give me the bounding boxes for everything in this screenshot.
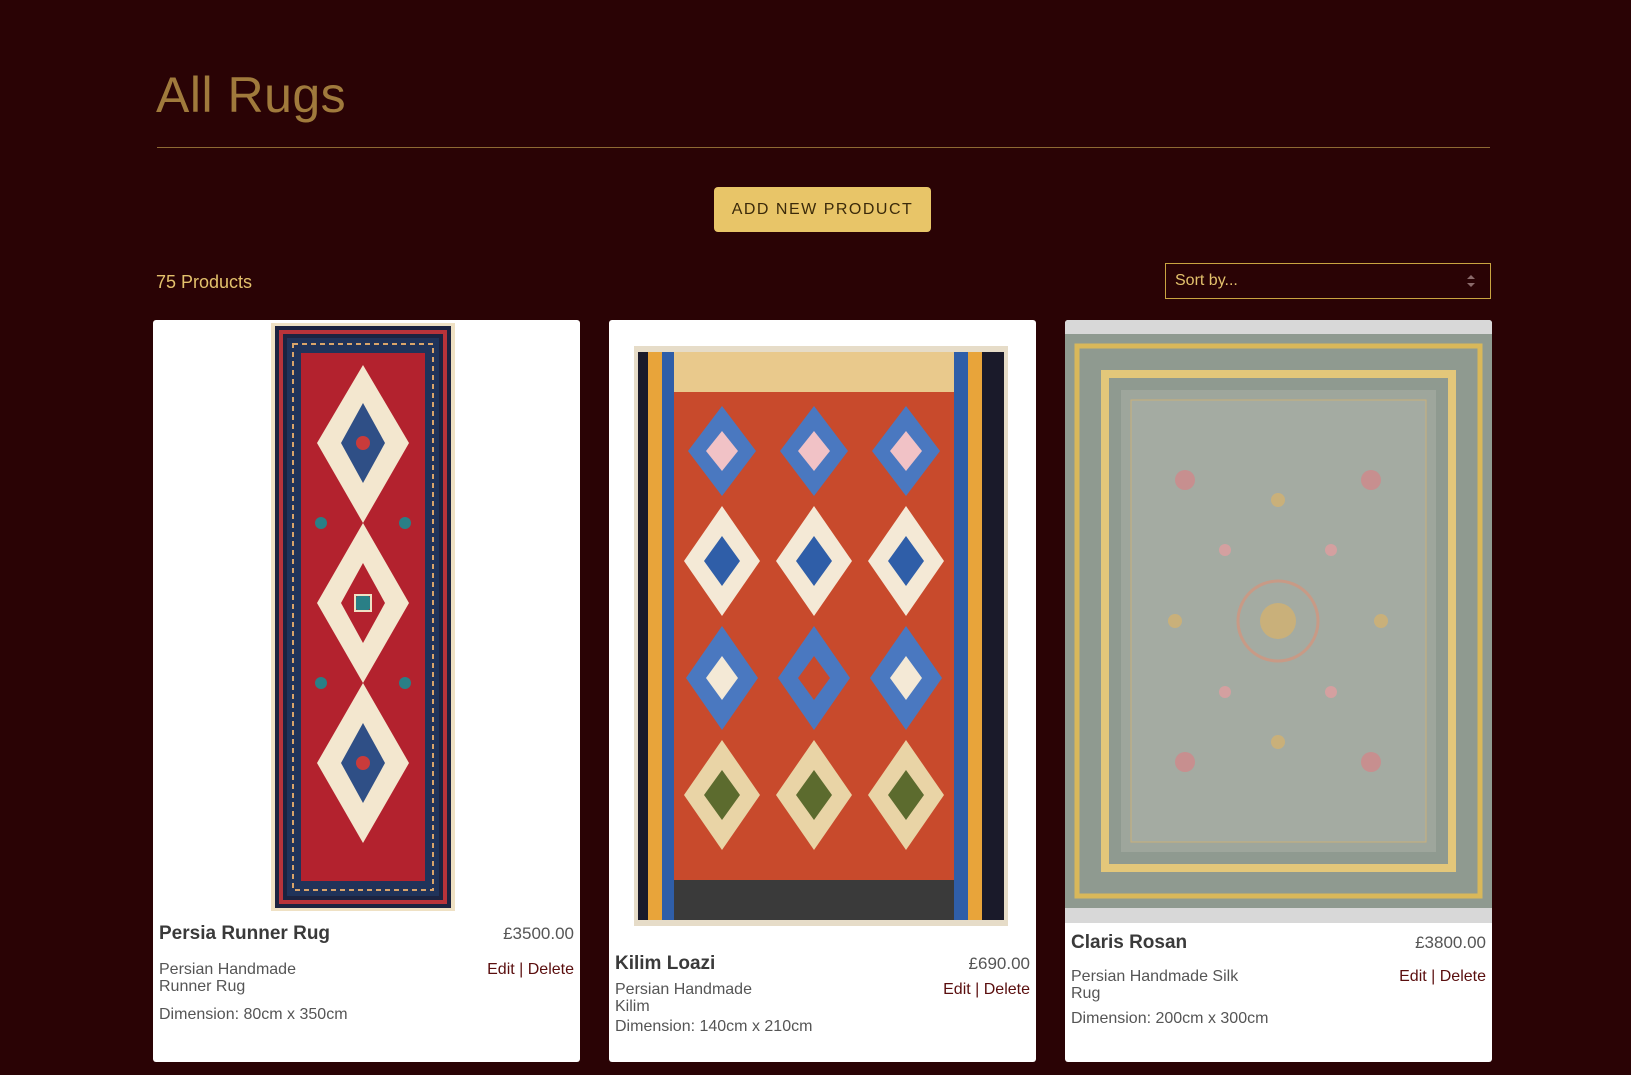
- product-count: 75 Products: [156, 272, 253, 292]
- product-dimension: Dimension: 80cm x 350cm: [159, 1006, 348, 1023]
- action-separator: |: [514, 961, 528, 978]
- all-rugs-page: All Rugs ADD NEW PRODUCT 75 Products Sor…: [0, 0, 1631, 1075]
- edit-link[interactable]: Edit: [1399, 968, 1427, 985]
- action-separator: |: [970, 981, 984, 998]
- product-price: £3800.00: [1415, 933, 1486, 952]
- product-price: £690.00: [968, 954, 1030, 973]
- delete-link[interactable]: Delete: [528, 961, 574, 978]
- product-name[interactable]: Claris Rosan: [1071, 932, 1187, 954]
- add-new-product-button[interactable]: ADD NEW PRODUCT: [714, 187, 931, 232]
- product-dimension: Dimension: 200cm x 300cm: [1071, 1010, 1269, 1027]
- product-actions: Edit | Delete: [1399, 968, 1486, 986]
- product-category: Persian Handmade Runner Rug: [159, 961, 296, 995]
- edit-link[interactable]: Edit: [943, 981, 971, 998]
- product-card[interactable]: Kilim Loazi £690.00 Persian Handmade Kil…: [609, 320, 1036, 1062]
- delete-link[interactable]: Delete: [1440, 968, 1486, 985]
- sort-select-value: Sort by...: [1175, 272, 1238, 289]
- title-divider: [157, 147, 1490, 148]
- sort-arrows-icon: [1467, 275, 1475, 287]
- product-image-silk-rug[interactable]: [1065, 320, 1492, 923]
- product-card[interactable]: Claris Rosan £3800.00 Persian Handmade S…: [1065, 320, 1492, 1062]
- product-category: Persian Handmade Silk Rug: [1071, 968, 1239, 1002]
- product-image-kilim[interactable]: [634, 346, 1008, 926]
- product-actions: Edit | Delete: [943, 981, 1030, 999]
- product-name[interactable]: Kilim Loazi: [615, 953, 715, 975]
- product-price: £3500.00: [503, 924, 574, 943]
- page-title: All Rugs: [156, 67, 347, 123]
- sort-select[interactable]: Sort by...: [1165, 263, 1491, 299]
- product-card[interactable]: Persia Runner Rug £3500.00 Persian Handm…: [153, 320, 580, 1062]
- product-name[interactable]: Persia Runner Rug: [159, 923, 330, 945]
- edit-link[interactable]: Edit: [487, 961, 515, 978]
- product-image-runner-rug[interactable]: [271, 323, 455, 911]
- action-separator: |: [1426, 968, 1440, 985]
- product-category: Persian Handmade Kilim: [615, 981, 752, 1015]
- product-dimension: Dimension: 140cm x 210cm: [615, 1018, 813, 1035]
- delete-link[interactable]: Delete: [984, 981, 1030, 998]
- product-actions: Edit | Delete: [487, 961, 574, 979]
